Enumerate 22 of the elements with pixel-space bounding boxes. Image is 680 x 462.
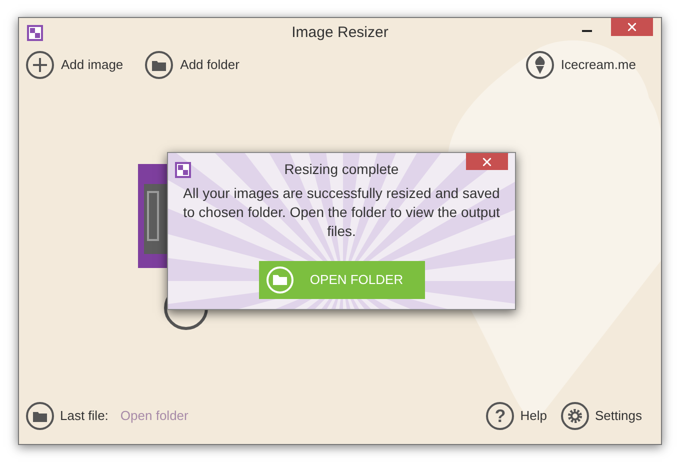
folder-icon bbox=[145, 51, 174, 79]
close-button[interactable] bbox=[611, 18, 653, 36]
website-link[interactable]: Icecream.me bbox=[526, 51, 636, 79]
help-button[interactable]: ? Help bbox=[486, 402, 548, 430]
app-logo-icon bbox=[175, 162, 191, 178]
close-icon bbox=[483, 158, 491, 166]
folder-icon bbox=[26, 402, 54, 430]
close-button[interactable] bbox=[466, 153, 508, 170]
help-icon: ? bbox=[486, 402, 514, 430]
dialog-message: All your images are successfully resized and saved to chosen folder. Open the folder to view the output files. bbox=[182, 184, 501, 241]
folder-icon bbox=[266, 266, 294, 294]
add-image-button[interactable]: Add image bbox=[26, 51, 124, 79]
add-folder-button[interactable]: Add folder bbox=[145, 51, 240, 79]
settings-icon bbox=[561, 402, 590, 430]
dialog-title: Resizing complete bbox=[284, 160, 399, 178]
add-icon bbox=[26, 51, 54, 79]
last-file-label: Last file: bbox=[60, 407, 108, 426]
app-logo-icon bbox=[27, 25, 43, 41]
settings-button[interactable]: Settings bbox=[561, 402, 642, 430]
ice-cream-icon bbox=[526, 51, 554, 79]
close-icon bbox=[628, 23, 636, 31]
window-title: Image Resizer bbox=[292, 22, 388, 43]
